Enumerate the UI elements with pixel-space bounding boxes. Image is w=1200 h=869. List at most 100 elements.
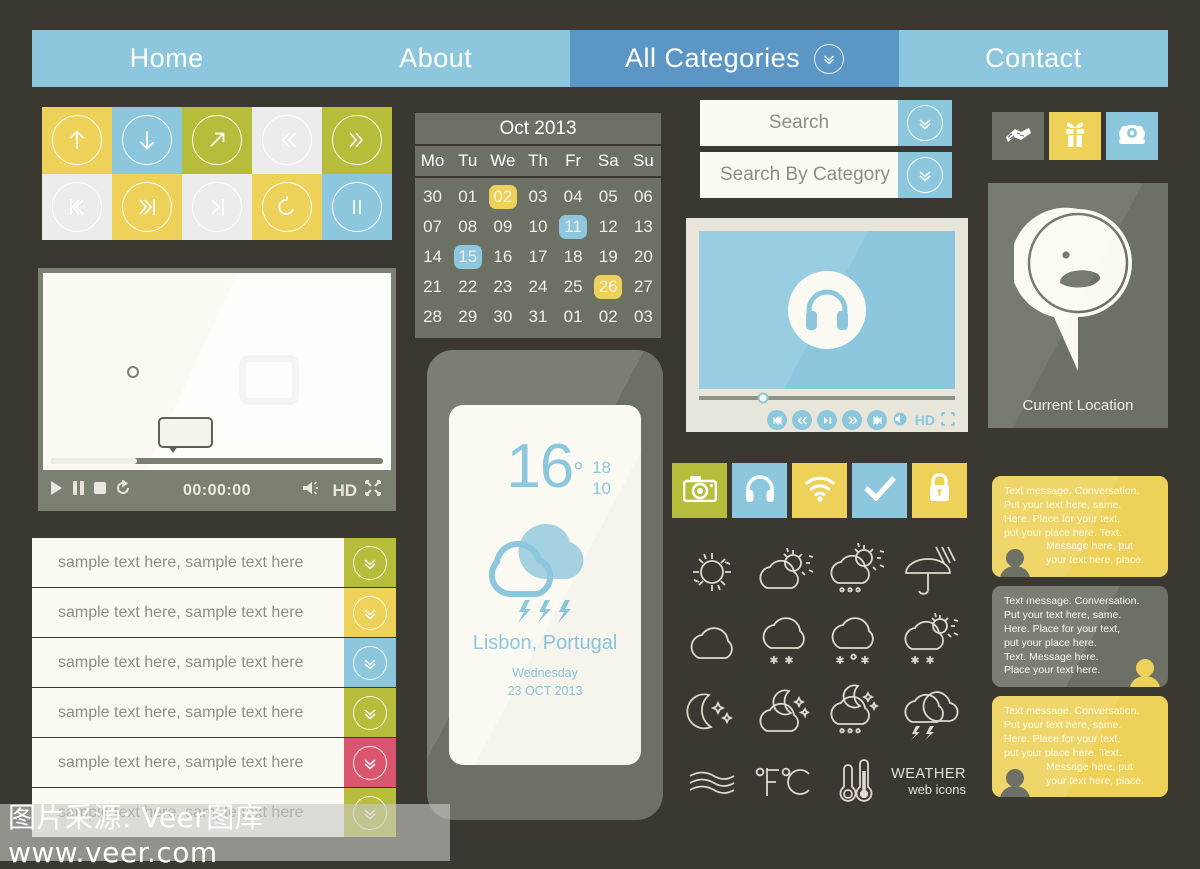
app-tile-row — [672, 463, 967, 518]
calendar-day[interactable]: 30 — [485, 302, 520, 332]
calendar-day[interactable]: 11 — [556, 212, 591, 242]
calendar-day[interactable]: 22 — [450, 272, 485, 302]
chat-bubble[interactable]: Text message. Conversation. Put your text… — [992, 586, 1168, 688]
tile-camera[interactable] — [672, 463, 727, 518]
icon-cell-refresh[interactable] — [252, 173, 322, 240]
volume-icon[interactable] — [893, 412, 909, 429]
list-item[interactable]: sample text here, sample text here — [32, 738, 396, 787]
search-category-dropdown-button[interactable] — [898, 152, 952, 198]
calendar-day[interactable]: 01 — [450, 182, 485, 212]
tile-check[interactable] — [852, 463, 907, 518]
search-category-input[interactable]: Search By Category — [700, 152, 898, 198]
stop-icon[interactable] — [93, 480, 107, 501]
calendar-day[interactable]: 16 — [485, 242, 520, 272]
calendar-day[interactable]: 29 — [450, 302, 485, 332]
calendar-day[interactable]: 12 — [591, 212, 626, 242]
nav-item-about[interactable]: About — [301, 30, 571, 87]
nav-item-all-categories[interactable]: All Categories — [570, 30, 899, 87]
icon-cell-arrow-diagonal[interactable] — [182, 107, 252, 174]
list-item[interactable]: sample text here, sample text here — [32, 638, 396, 687]
fullscreen-icon[interactable] — [364, 479, 382, 501]
calendar-day[interactable]: 26 — [591, 272, 626, 302]
icon-cell-fast-forward[interactable] — [322, 107, 392, 174]
icon-cell-skip-forward-end[interactable] — [112, 173, 182, 240]
replay-icon[interactable] — [115, 479, 131, 501]
skip-back-icon[interactable] — [767, 410, 787, 430]
calendar-day[interactable]: 28 — [415, 302, 450, 332]
rewind-icon[interactable] — [792, 410, 812, 430]
chat-bubble[interactable]: Text message. Conversation. Put your text… — [992, 696, 1168, 798]
calendar-day[interactable]: 18 — [556, 242, 591, 272]
calendar-day[interactable]: 19 — [591, 242, 626, 272]
tile-lock[interactable] — [912, 463, 967, 518]
nav-item-contact[interactable]: Contact — [898, 30, 1168, 87]
hd-badge[interactable]: HD — [915, 412, 935, 428]
icon-cell-arrow-up[interactable] — [42, 107, 112, 174]
video-progress-track[interactable] — [51, 458, 383, 464]
calendar-day[interactable]: 10 — [520, 212, 555, 242]
calendar-day[interactable]: 30 — [415, 182, 450, 212]
hd-badge[interactable]: HD — [332, 481, 357, 501]
calendar-day[interactable]: 25 — [556, 272, 591, 302]
fast-forward-icon[interactable] — [842, 410, 862, 430]
audio-progress-knob[interactable] — [757, 392, 769, 404]
tile-wifi[interactable] — [792, 463, 847, 518]
calendar-day[interactable]: 02 — [485, 182, 520, 212]
audio-screen[interactable] — [699, 231, 955, 389]
audio-progress-track[interactable] — [699, 392, 955, 404]
icon-cell-skip-back[interactable] — [42, 173, 112, 240]
icon-cell-arrow-down[interactable] — [112, 107, 182, 174]
calendar-day[interactable]: 01 — [556, 302, 591, 332]
calendar-day-value: 12 — [598, 217, 618, 236]
calendar-day[interactable]: 04 — [556, 182, 591, 212]
calendar-day[interactable]: 17 — [520, 242, 555, 272]
calendar-day[interactable]: 02 — [591, 302, 626, 332]
calendar-day[interactable]: 09 — [485, 212, 520, 242]
search-dropdown-button[interactable] — [898, 100, 952, 146]
search-input[interactable]: Search — [700, 100, 898, 146]
calendar-day[interactable]: 08 — [450, 212, 485, 242]
chevron-down-icon[interactable] — [814, 43, 845, 74]
video-progress-knob[interactable] — [127, 365, 140, 378]
social-handshake-button[interactable] — [992, 112, 1044, 160]
calendar-day[interactable]: 03 — [626, 302, 661, 332]
calendar-day[interactable]: 14 — [415, 242, 450, 272]
chat-bubble[interactable]: Text message. Conversation. Put your text… — [992, 476, 1168, 578]
calendar-day[interactable]: 13 — [626, 212, 661, 242]
calendar-day[interactable]: 21 — [415, 272, 450, 302]
nav-item-home[interactable]: Home — [32, 30, 302, 87]
tile-headphones[interactable] — [732, 463, 787, 518]
calendar-day[interactable]: 27 — [626, 272, 661, 302]
video-screen[interactable] — [43, 273, 391, 470]
calendar-day[interactable]: 31 — [520, 302, 555, 332]
current-location-widget[interactable]: Current Location — [988, 183, 1168, 428]
icon-cell-next-track[interactable] — [182, 173, 252, 240]
list-item[interactable]: sample text here, sample text here — [32, 588, 396, 637]
list-item-expand-button[interactable] — [344, 588, 396, 637]
social-telephone-button[interactable] — [1106, 112, 1158, 160]
calendar-day[interactable]: 03 — [520, 182, 555, 212]
play-pause-icon[interactable] — [817, 410, 837, 430]
calendar-day[interactable]: 20 — [626, 242, 661, 272]
skip-forward-icon[interactable] — [867, 410, 887, 430]
social-gift-button[interactable] — [1049, 112, 1101, 160]
calendar-day[interactable]: 05 — [591, 182, 626, 212]
list-item[interactable]: sample text here, sample text here — [32, 688, 396, 737]
play-icon[interactable] — [49, 480, 64, 501]
list-item[interactable]: sample text here, sample text here — [32, 538, 396, 587]
calendar-day[interactable]: 06 — [626, 182, 661, 212]
pause-icon[interactable] — [72, 480, 85, 501]
phone-screen[interactable]: 16° 18 10 Lisbon, Portugal Wednesday 23 … — [449, 405, 641, 765]
calendar-day[interactable]: 23 — [485, 272, 520, 302]
calendar-day[interactable]: 24 — [520, 272, 555, 302]
icon-cell-pause[interactable] — [322, 173, 392, 240]
list-item-expand-button[interactable] — [344, 538, 396, 587]
icon-cell-rewind[interactable] — [252, 107, 322, 174]
calendar-day[interactable]: 15 — [450, 242, 485, 272]
fullscreen-icon[interactable] — [940, 411, 956, 429]
volume-icon[interactable] — [302, 480, 324, 501]
list-item-expand-button[interactable] — [344, 638, 396, 687]
list-item-expand-button[interactable] — [344, 688, 396, 737]
calendar-day[interactable]: 07 — [415, 212, 450, 242]
list-item-expand-button[interactable] — [344, 738, 396, 787]
